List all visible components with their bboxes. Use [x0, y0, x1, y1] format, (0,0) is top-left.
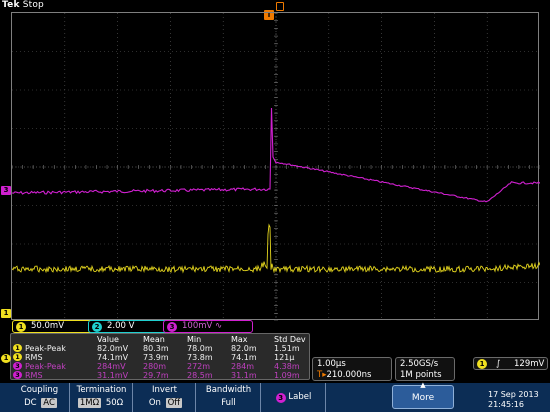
status-bar: Tek Stop: [0, 0, 550, 12]
brand-label: Tek: [2, 0, 20, 10]
measurement-value: 284mV: [97, 362, 126, 371]
graticule: [12, 13, 540, 321]
coupling-title: Coupling: [20, 385, 59, 395]
ch1-ground-marker[interactable]: 1: [1, 309, 11, 318]
measurement-min: 78.0m: [187, 344, 213, 353]
measurement-std: 121µ: [274, 353, 295, 362]
bandwidth-softkey[interactable]: Bandwidth Full: [197, 383, 261, 412]
horizontal-position-marker[interactable]: [276, 2, 284, 11]
invert-options: On Off: [134, 397, 195, 409]
invert-softkey[interactable]: Invert On Off: [134, 383, 196, 412]
measurement-min: 73.8m: [187, 353, 213, 362]
record-length: 1M points: [400, 370, 442, 380]
measurement-mean: 80.3m: [143, 344, 169, 353]
measurement-std: 4.38m: [274, 362, 300, 371]
ch1-badge: 1: [16, 322, 26, 332]
coupling-dc[interactable]: DC: [22, 398, 38, 408]
label-ch-badge: 3: [275, 392, 286, 403]
trigger-source-badge: 1: [477, 359, 487, 369]
timebase-delay-row: T▸210.000ns: [317, 370, 371, 380]
ch2-scale-value: 2.00 V: [107, 321, 135, 331]
timebase-delay: 210.000ns: [326, 370, 372, 380]
label-softkey[interactable]: 3 Label: [262, 383, 326, 412]
measurement-mean: 29.7m: [143, 371, 169, 380]
measurement-row: 3 RMS 31.1mV 29.7m 28.5m 31.1m 1.09m: [11, 371, 311, 380]
run-state: Stop: [22, 0, 44, 10]
ch3-badge: 3: [167, 322, 177, 332]
ch3-scale[interactable]: 3 100mV ∿: [163, 320, 253, 333]
more-button[interactable]: ▲ More: [392, 381, 454, 409]
measurement-std: 1.51m: [274, 344, 300, 353]
measurement-max: 74.1m: [231, 353, 257, 362]
header-value: Value: [97, 335, 119, 344]
bandwidth-value: Full: [221, 398, 236, 408]
measurement-name: RMS: [25, 371, 43, 380]
measurement-max: 31.1m: [231, 371, 257, 380]
measurement-channel-badge: 3: [13, 371, 22, 379]
measurement-value: 31.1mV: [97, 371, 129, 380]
invert-on[interactable]: On: [147, 398, 163, 408]
ch1-scale-value: 50.0mV: [31, 321, 65, 331]
measurement-row: 3 Peak-Peak 284mV 280m 272m 284m 4.38m: [11, 362, 311, 371]
label-title: Label: [288, 392, 312, 402]
measurement-name: RMS: [25, 353, 43, 362]
measurement-channel-badge: 1: [13, 353, 22, 361]
time-label: 21:45:16: [488, 400, 524, 409]
bandwidth-title: Bandwidth: [205, 385, 252, 395]
date-label: 17 Sep 2013: [488, 390, 539, 399]
measurement-name: Peak-Peak: [25, 362, 66, 371]
measurement-max: 82.0m: [231, 344, 257, 353]
ch2-side-marker[interactable]: 1: [1, 354, 11, 363]
measurement-name: Peak-Peak: [25, 344, 66, 353]
header-mean: Mean: [143, 335, 165, 344]
acquisition-panel[interactable]: 2.50GS/s 1M points: [395, 357, 455, 381]
invert-off[interactable]: Off: [165, 398, 183, 408]
termination-title: Termination: [76, 385, 127, 395]
timebase-panel[interactable]: 1.00µs T▸210.000ns: [312, 357, 392, 381]
trigger-level: 129mV: [514, 359, 545, 369]
measurement-value: 74.1mV: [97, 353, 129, 362]
termination-50[interactable]: 50Ω: [104, 398, 125, 408]
invert-title: Invert: [152, 385, 177, 395]
coupling-options: DC AC: [10, 397, 69, 409]
measurement-header: Value Mean Min Max Std Dev: [11, 335, 311, 344]
coupling-softkey[interactable]: Coupling DC AC: [10, 383, 70, 412]
measurement-row: 1 RMS 74.1mV 73.9m 73.8m 74.1m 121µ: [11, 353, 311, 362]
termination-softkey[interactable]: Termination 1MΩ 50Ω: [71, 383, 133, 412]
measurement-table[interactable]: Value Mean Min Max Std Dev 1 Peak-Peak 82.…: [10, 333, 310, 380]
channel-scale-row: 1 50.0mV 2 2.00 V 3 100mV ∿: [0, 320, 550, 334]
waveform-display[interactable]: [11, 12, 540, 321]
more-label: More: [411, 393, 435, 403]
termination-options: 1MΩ 50Ω: [71, 397, 132, 409]
coupling-ac[interactable]: AC: [41, 398, 57, 408]
measurement-min: 272m: [187, 362, 211, 371]
measurement-std: 1.09m: [274, 371, 300, 380]
ch3-ground-marker[interactable]: 3: [1, 186, 11, 195]
measurement-channel-badge: 3: [13, 362, 22, 370]
measurement-channel-badge: 1: [13, 344, 22, 352]
measurement-value: 82.0mV: [97, 344, 129, 353]
header-std-dev: Std Dev: [274, 335, 306, 344]
label-row: 3 Label: [262, 383, 325, 412]
header-max: Max: [231, 335, 248, 344]
measurement-row: 1 Peak-Peak 82.0mV 80.3m 78.0m 82.0m 1.51m: [11, 344, 311, 353]
measurement-max: 284m: [231, 362, 255, 371]
measurement-min: 28.5m: [187, 371, 213, 380]
termination-1m[interactable]: 1MΩ: [77, 398, 102, 408]
measurement-mean: 280m: [143, 362, 167, 371]
timebase-scale: 1.00µs: [317, 359, 346, 369]
date-time: 17 Sep 2013 21:45:16: [488, 390, 539, 410]
trigger-slope-icon: ∫: [496, 359, 501, 369]
ch3-scale-value: 100mV ∿: [182, 321, 223, 331]
sample-rate: 2.50GS/s: [400, 359, 439, 369]
measurement-mean: 73.9m: [143, 353, 169, 362]
more-arrow-icon: ▲: [420, 381, 426, 389]
ch2-badge: 2: [92, 322, 102, 332]
trigger-panel[interactable]: 1 ∫ 129mV: [473, 357, 548, 370]
header-min: Min: [187, 335, 202, 344]
softkey-bar: Coupling DC AC Termination 1MΩ 50Ω Inver…: [0, 383, 550, 412]
acquisition-status: Tek Stop: [2, 0, 44, 10]
